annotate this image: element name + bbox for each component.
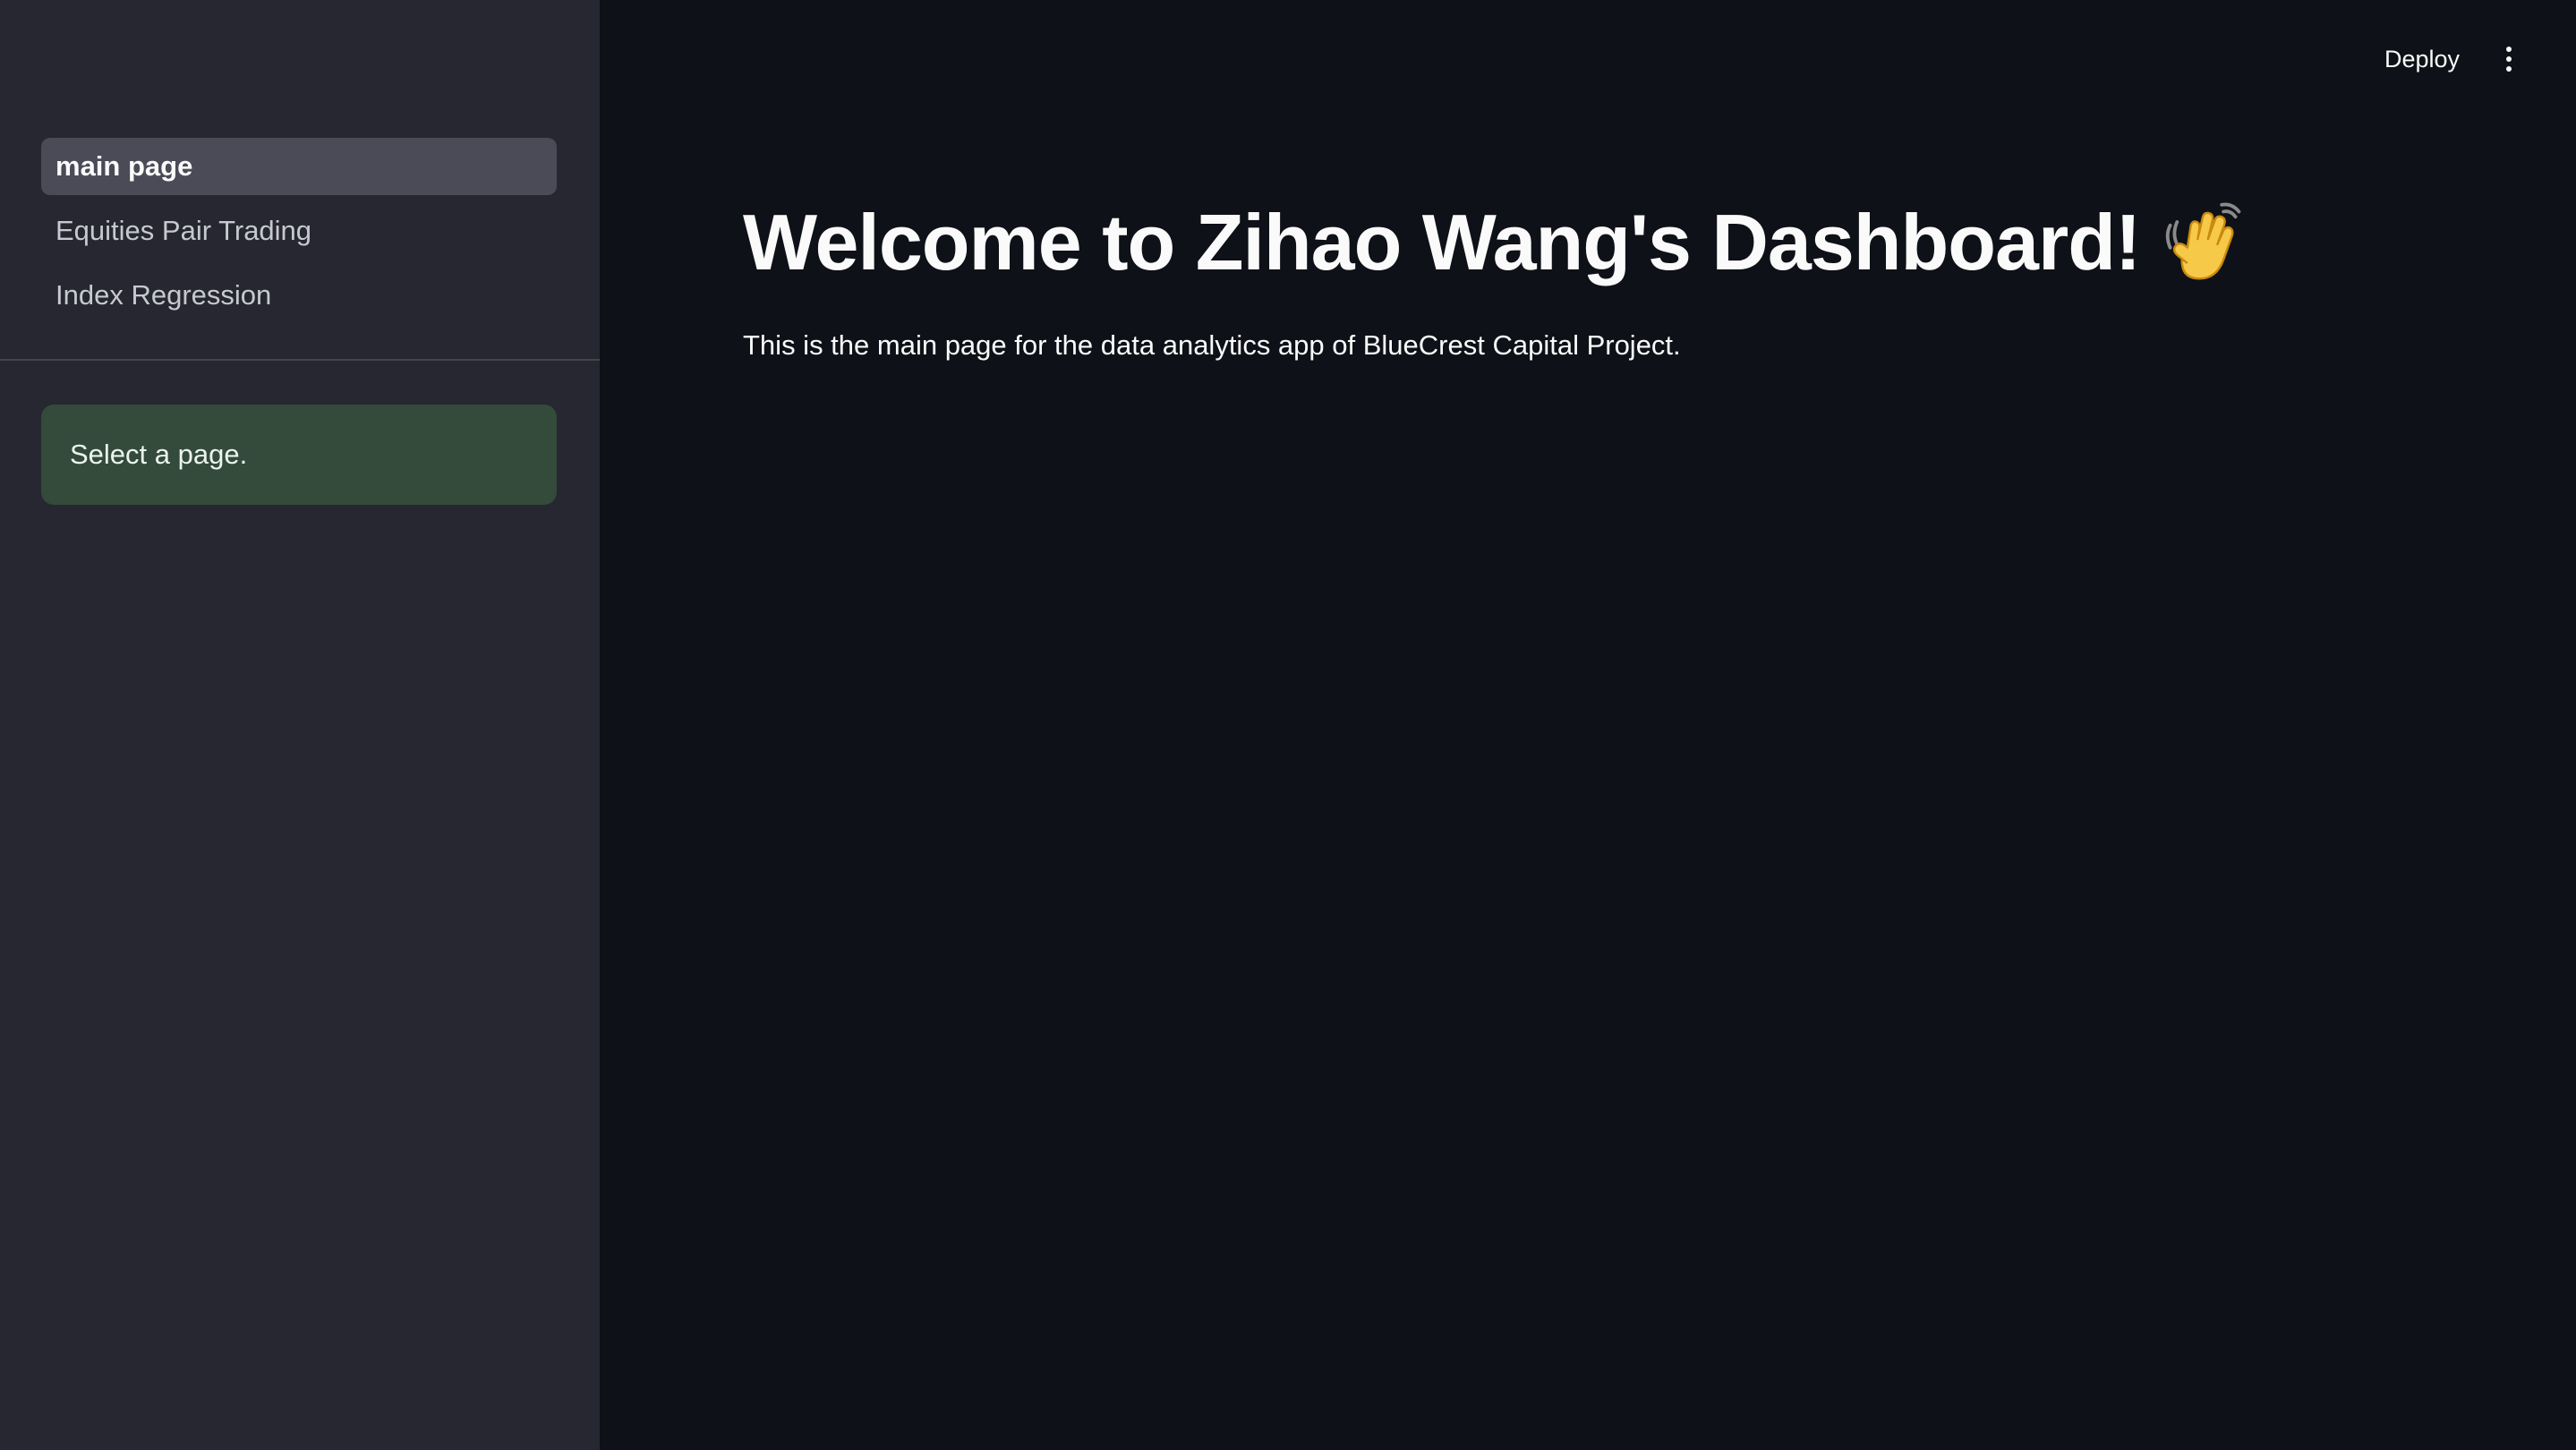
waving-hand-icon	[2166, 202, 2241, 280]
sidebar-nav: main page Equities Pair Trading Index Re…	[41, 138, 557, 331]
page-subtitle: This is the main page for the data analy…	[743, 329, 1681, 361]
sidebar: main page Equities Pair Trading Index Re…	[0, 0, 600, 1450]
kebab-dot	[2506, 56, 2512, 62]
sidebar-item-label: Index Regression	[55, 279, 272, 311]
sidebar-item-label: main page	[55, 150, 193, 182]
kebab-menu-icon[interactable]	[2495, 38, 2522, 81]
deploy-button[interactable]: Deploy	[2384, 36, 2460, 82]
sidebar-divider	[0, 359, 600, 361]
sidebar-item-main-page[interactable]: main page	[41, 138, 557, 195]
main-content: Deploy Welcome to Zihao Wang's Dashboard…	[600, 0, 2576, 1450]
info-message-text: Select a page.	[70, 439, 248, 470]
page-title-text: Welcome to Zihao Wang's Dashboard!	[743, 198, 2141, 286]
sidebar-item-label: Equities Pair Trading	[55, 215, 312, 246]
kebab-dot	[2506, 47, 2512, 52]
deploy-button-label: Deploy	[2384, 45, 2460, 72]
app-root: main page Equities Pair Trading Index Re…	[0, 0, 2576, 1450]
sidebar-item-index-regression[interactable]: Index Regression	[41, 267, 557, 324]
page-title: Welcome to Zihao Wang's Dashboard!	[743, 197, 2248, 288]
sidebar-item-equities-pair-trading[interactable]: Equities Pair Trading	[41, 202, 557, 260]
info-message-box: Select a page.	[41, 405, 557, 505]
kebab-dot	[2506, 66, 2512, 72]
